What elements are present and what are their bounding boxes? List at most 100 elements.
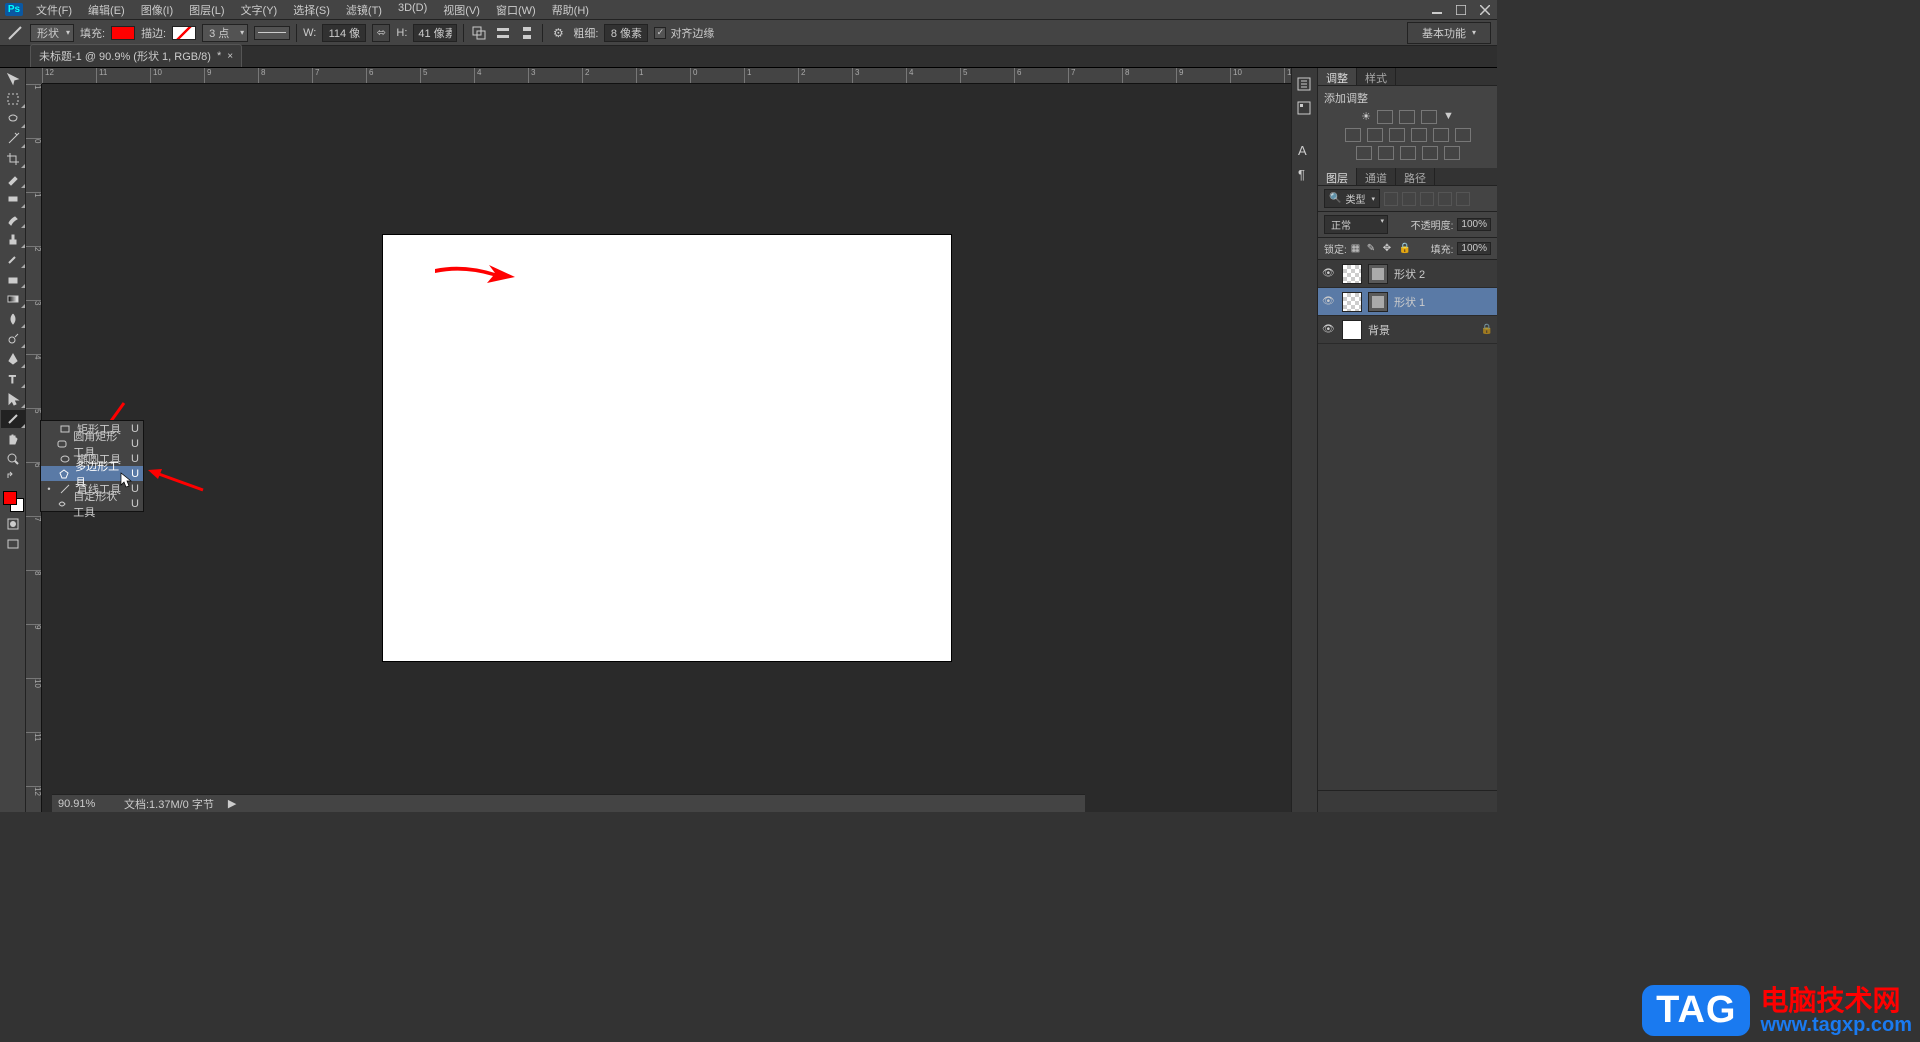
photo-filter-icon[interactable] — [1411, 128, 1427, 142]
paragraph-panel-icon[interactable]: ¶ — [1296, 166, 1314, 184]
canvas-viewport[interactable] — [42, 84, 1291, 812]
lock-all-icon[interactable]: 🔒 — [1399, 243, 1411, 255]
layer-row[interactable]: 背景 🔒 — [1318, 316, 1497, 344]
invert-icon[interactable] — [1356, 146, 1372, 160]
fg-color-swatch[interactable] — [3, 491, 17, 505]
type-tool[interactable]: T — [1, 370, 25, 388]
layer-thumb[interactable] — [1342, 320, 1362, 340]
filter-pixel-icon[interactable] — [1384, 192, 1398, 206]
history-brush-tool[interactable] — [1, 250, 25, 268]
zoom-level[interactable]: 90.91% — [58, 798, 114, 810]
arrange-icon[interactable] — [518, 24, 536, 42]
menu-image[interactable]: 图像(I) — [133, 0, 181, 21]
layer-name[interactable]: 形状 1 — [1394, 294, 1425, 310]
gear-icon[interactable] — [549, 24, 567, 42]
layer-thumb[interactable] — [1342, 264, 1362, 284]
stamp-tool[interactable] — [1, 230, 25, 248]
more-icon[interactable]: ▼ — [1443, 110, 1454, 124]
menu-3d[interactable]: 3D(D) — [390, 0, 435, 21]
filter-type-icon[interactable] — [1420, 192, 1434, 206]
tab-layers[interactable]: 图层 — [1318, 168, 1357, 185]
brush-tool[interactable] — [1, 210, 25, 228]
exposure-icon[interactable] — [1421, 110, 1437, 124]
history-panel-icon[interactable] — [1296, 76, 1314, 94]
menu-filter[interactable]: 滤镜(T) — [338, 0, 390, 21]
stroke-swatch[interactable] — [172, 26, 196, 40]
ruler-horizontal[interactable]: 1211109876543210123456789101112131415161… — [42, 68, 1291, 84]
path-ops-icon[interactable] — [470, 24, 488, 42]
tab-paths[interactable]: 路径 — [1396, 168, 1435, 185]
vibrance-icon[interactable] — [1345, 128, 1361, 142]
visibility-icon[interactable] — [1322, 323, 1336, 337]
status-expand-icon[interactable]: ▶ — [228, 797, 236, 810]
fill-opacity-value[interactable]: 100% — [1457, 242, 1491, 255]
opacity-value[interactable]: 100% — [1457, 218, 1491, 231]
gradient-map-icon[interactable] — [1422, 146, 1438, 160]
mixer-icon[interactable] — [1433, 128, 1449, 142]
stroke-style-select[interactable] — [254, 26, 290, 40]
tab-adjustments[interactable]: 调整 — [1318, 68, 1357, 85]
swap-colors-icon[interactable] — [1, 470, 25, 482]
weight-input[interactable] — [604, 24, 648, 42]
height-input[interactable] — [413, 24, 457, 42]
hand-tool[interactable] — [1, 430, 25, 448]
lock-pixels-icon[interactable]: ✎ — [1367, 243, 1379, 255]
menu-file[interactable]: 文件(F) — [28, 0, 80, 21]
eraser-tool[interactable] — [1, 270, 25, 288]
tool-preset-icon[interactable] — [6, 24, 24, 42]
menu-window[interactable]: 窗口(W) — [488, 0, 544, 21]
align-edges-checkbox[interactable]: 对齐边缘 — [654, 25, 714, 41]
layer-filter-select[interactable]: 🔍 类型 — [1324, 189, 1380, 208]
filter-adjust-icon[interactable] — [1402, 192, 1416, 206]
selective-icon[interactable] — [1444, 146, 1460, 160]
menu-layer[interactable]: 图层(L) — [181, 0, 232, 21]
fill-swatch[interactable] — [111, 26, 135, 40]
layer-name[interactable]: 形状 2 — [1394, 266, 1425, 282]
menu-help[interactable]: 帮助(H) — [544, 0, 597, 21]
blend-mode-select[interactable]: 正常 — [1324, 215, 1388, 234]
blur-tool[interactable] — [1, 310, 25, 328]
menu-type[interactable]: 文字(Y) — [233, 0, 286, 21]
layer-name[interactable]: 背景 — [1368, 322, 1390, 338]
layer-mask-thumb[interactable] — [1368, 264, 1388, 284]
minimize-button[interactable] — [1425, 0, 1449, 20]
zoom-tool[interactable] — [1, 450, 25, 468]
heal-tool[interactable] — [1, 190, 25, 208]
document-tab[interactable]: 未标题-1 @ 90.9% (形状 1, RGB/8) * × — [30, 44, 242, 67]
flyout-customshape-tool[interactable]: 自定形状工具 U — [41, 496, 143, 511]
bw-icon[interactable] — [1389, 128, 1405, 142]
quickmask-icon[interactable] — [1, 515, 25, 533]
layer-thumb[interactable] — [1342, 292, 1362, 312]
crop-tool[interactable] — [1, 150, 25, 168]
layer-row[interactable]: 形状 1 — [1318, 288, 1497, 316]
hue-icon[interactable] — [1367, 128, 1383, 142]
menu-view[interactable]: 视图(V) — [435, 0, 488, 21]
align-icon[interactable] — [494, 24, 512, 42]
brightness-icon[interactable]: ☀ — [1361, 110, 1371, 124]
lut-icon[interactable] — [1455, 128, 1471, 142]
shape-tool[interactable] — [1, 410, 25, 428]
workspace-select[interactable]: 基本功能 — [1407, 22, 1491, 44]
lock-transparent-icon[interactable]: ▦ — [1351, 243, 1363, 255]
visibility-icon[interactable] — [1322, 267, 1336, 281]
tab-styles[interactable]: 样式 — [1357, 68, 1396, 85]
gradient-tool[interactable] — [1, 290, 25, 308]
layers-list[interactable]: 形状 2 形状 1 背景 🔒 — [1318, 260, 1497, 790]
menu-select[interactable]: 选择(S) — [285, 0, 338, 21]
wand-tool[interactable] — [1, 130, 25, 148]
menu-edit[interactable]: 编辑(E) — [80, 0, 133, 21]
flyout-roundrect-tool[interactable]: 圆角矩形工具 U — [41, 436, 143, 451]
properties-panel-icon[interactable] — [1296, 100, 1314, 118]
dodge-tool[interactable] — [1, 330, 25, 348]
shape-mode-select[interactable]: 形状 — [30, 24, 74, 42]
lock-position-icon[interactable]: ✥ — [1383, 243, 1395, 255]
move-tool[interactable] — [1, 70, 25, 88]
character-panel-icon[interactable]: A — [1296, 142, 1314, 160]
marquee-tool[interactable] — [1, 90, 25, 108]
canvas[interactable] — [383, 235, 951, 661]
filter-smart-icon[interactable] — [1456, 192, 1470, 206]
layer-mask-thumb[interactable] — [1368, 292, 1388, 312]
tab-channels[interactable]: 通道 — [1357, 168, 1396, 185]
layer-row[interactable]: 形状 2 — [1318, 260, 1497, 288]
curves-icon[interactable] — [1399, 110, 1415, 124]
